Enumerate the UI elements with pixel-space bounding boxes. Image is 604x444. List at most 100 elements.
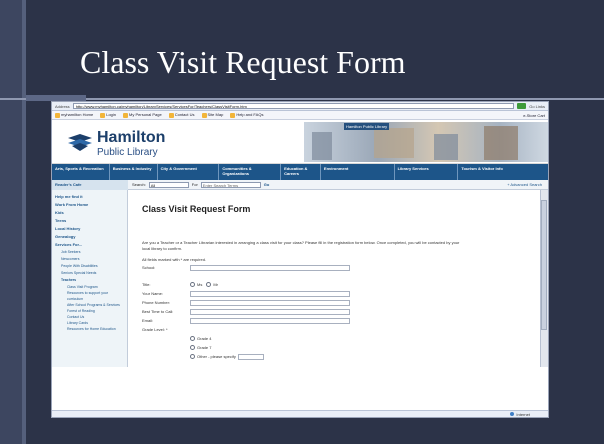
sidebar-subitem[interactable]: Seniors Special Needs <box>55 270 124 277</box>
link-contact[interactable]: Contact Us <box>168 112 195 118</box>
sidebar: Help me find it Work From Home Kids Teen… <box>52 190 128 367</box>
mail-icon <box>168 112 174 118</box>
sitemap-icon <box>201 112 207 118</box>
school-label: School: <box>142 265 156 270</box>
link-home[interactable]: myhamilton Home <box>55 112 93 118</box>
form-intro: Are you a Teacher or a Teacher Librarian… <box>142 240 460 251</box>
url-field[interactable]: http://www.myhamilton.ca/myhamilton/Libr… <box>72 103 515 109</box>
phone-row: Phone Number: <box>142 298 548 307</box>
grade-row: Grade Level: * <box>142 325 548 334</box>
grade-option[interactable]: Other - please specify <box>190 352 548 361</box>
sidebar-subitem[interactable]: Job Seekers <box>55 249 124 256</box>
nav-business[interactable]: Business & Industry <box>110 164 158 180</box>
best-time-row: Best Time to Call: <box>142 307 548 316</box>
school-row: School: <box>142 263 548 272</box>
grade-radio[interactable] <box>190 345 195 351</box>
grade-options: Grade 4 Grade 7 Other - please specify <box>190 334 548 361</box>
grade-option[interactable]: Grade 4 <box>190 334 548 343</box>
name-field[interactable] <box>190 290 350 297</box>
login-icon <box>100 112 106 118</box>
site-header: Hamilton Public Library Hamilton Public … <box>52 120 548 164</box>
library-logo-icon[interactable] <box>68 132 92 152</box>
globe-icon <box>510 412 515 416</box>
sidebar-subitem[interactable]: Newcomers <box>55 256 124 263</box>
school-field[interactable] <box>190 264 350 271</box>
sidebar-item[interactable]: Genealogy <box>55 233 124 241</box>
slide-divider <box>0 98 604 100</box>
slide-left-stripe <box>22 0 26 444</box>
nav-tourism[interactable]: Tourism & Visitor Info <box>458 164 548 180</box>
grade-other-field[interactable] <box>237 353 264 360</box>
nav-arts[interactable]: Arts, Sports & Recreation <box>52 164 110 180</box>
sidebar-item[interactable]: Services For... <box>55 241 124 249</box>
title-mr-label: Mr <box>213 282 219 287</box>
address-bar: Address http://www.myhamilton.ca/myhamil… <box>52 102 548 111</box>
title-row: Title: Ms Mr <box>142 280 548 289</box>
browser-screenshot: Address http://www.myhamilton.ca/myhamil… <box>51 101 549 418</box>
link-login[interactable]: Login <box>100 112 116 118</box>
search-go-button[interactable]: Go <box>264 182 270 187</box>
status-bar: Internet <box>52 410 548 417</box>
sidebar-item-teachers[interactable]: Teachers <box>55 277 124 284</box>
logo-subtitle: Public Library <box>97 147 158 158</box>
nav-education[interactable]: Education & Careers <box>281 164 321 180</box>
sidebar-item[interactable]: Kids <box>55 209 124 217</box>
nav-environment[interactable]: Environment <box>321 164 395 180</box>
title-ms-label: Ms <box>197 282 203 287</box>
header-banner-label: Hamilton Public Library <box>344 123 390 130</box>
advanced-search-link[interactable]: + Advanced Search <box>507 182 548 187</box>
form-title: Class Visit Request Form <box>142 204 251 214</box>
sidebar-teacher-item[interactable]: Resources for Home Education <box>55 326 124 332</box>
name-row: Your Name: <box>142 289 548 298</box>
address-label: Address <box>55 103 70 109</box>
slide-title: Class Visit Request Form <box>80 44 406 80</box>
scrollbar-thumb[interactable] <box>541 200 547 330</box>
status-zone: Internet <box>516 411 530 417</box>
grade-label: Grade Level: * <box>142 327 168 332</box>
search-label: Search: <box>132 182 146 187</box>
go-icon[interactable] <box>517 103 527 109</box>
search-row: Reader's Cafe Search: All For Enter Sear… <box>52 179 548 190</box>
page-scrollbar[interactable] <box>540 190 548 367</box>
link-help[interactable]: Help and FAQs <box>230 112 263 118</box>
email-label: Email: <box>142 318 154 323</box>
best-time-label: Best Time to Call: <box>142 309 174 314</box>
nav-communities[interactable]: Communities & Organizations <box>219 164 282 180</box>
sidebar-heading[interactable]: Reader's Cafe <box>52 179 128 190</box>
address-right[interactable]: Go Links <box>529 104 545 109</box>
page-icon <box>123 112 129 118</box>
grade-option[interactable]: Grade 7 <box>190 343 548 352</box>
link-site-map[interactable]: Site Map <box>201 112 223 118</box>
links-toolbar: myhamilton Home Login My Personal Page C… <box>52 111 548 120</box>
grade-radio[interactable] <box>190 354 195 360</box>
phone-label: Phone Number: <box>142 300 171 305</box>
form-area: Class Visit Request Form Are you a Teach… <box>128 190 548 367</box>
header-photo-collage: Hamilton Public Library <box>304 122 548 162</box>
sidebar-subitem[interactable]: People With Disabilities <box>55 263 124 270</box>
help-icon <box>230 112 236 118</box>
slide-left-bar <box>0 0 22 444</box>
sidebar-item[interactable]: Teens <box>55 217 124 225</box>
nav-library-services[interactable]: Library Services <box>395 164 459 180</box>
grade-radio[interactable] <box>190 336 195 342</box>
title-ms-radio[interactable] <box>190 282 195 287</box>
best-time-field[interactable] <box>190 308 350 315</box>
nav-city[interactable]: City & Government <box>158 164 220 180</box>
phone-field[interactable] <box>190 299 350 306</box>
sidebar-item[interactable]: Help me find it <box>55 193 124 201</box>
required-note: All fields marked with * are required. <box>142 257 207 262</box>
title-label: Title: <box>142 282 151 287</box>
link-personal-page[interactable]: My Personal Page <box>123 112 162 118</box>
page-content: Help me find it Work From Home Kids Teen… <box>52 190 548 367</box>
email-field[interactable] <box>190 317 350 324</box>
link-estore-cart[interactable]: e-Store Cart <box>523 113 545 118</box>
search-scope-select[interactable]: All <box>148 181 189 188</box>
sidebar-item[interactable]: Local History <box>55 225 124 233</box>
home-icon <box>55 112 60 118</box>
sidebar-teacher-item[interactable]: Resources to support your curriculum <box>55 290 124 302</box>
title-mr-radio[interactable] <box>206 282 212 287</box>
search-input[interactable]: Enter Search Terms <box>200 181 261 188</box>
email-row: Email: <box>142 316 548 325</box>
search-for-label: For <box>191 182 198 187</box>
sidebar-item[interactable]: Work From Home <box>55 201 124 209</box>
